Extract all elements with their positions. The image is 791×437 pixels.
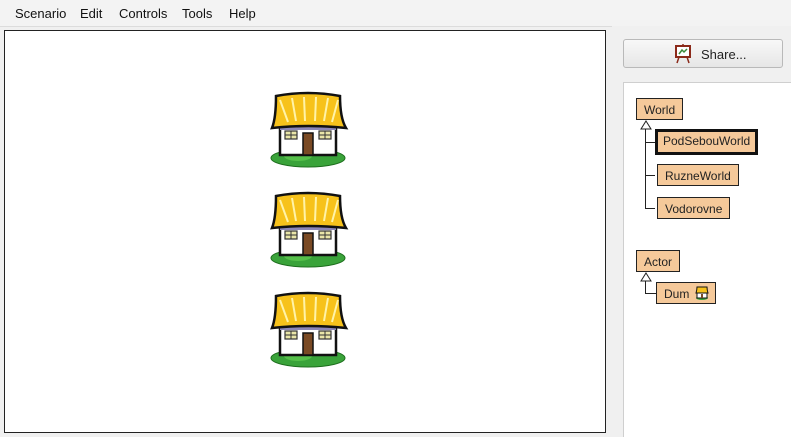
menu-edit[interactable]: Edit [80, 6, 102, 21]
class-dum[interactable]: Dum [656, 282, 717, 304]
menu-controls[interactable]: Controls [119, 6, 167, 21]
menu-bar: Scenario Edit Controls Tools Help [0, 0, 791, 27]
class-podsebouworld[interactable]: PodSebouWorld [655, 129, 759, 155]
class-world[interactable]: World [636, 98, 684, 120]
inherit-arrow-icon [640, 272, 652, 282]
class-ruzneworld[interactable]: RuzneWorld [657, 164, 739, 186]
tree-line [645, 208, 655, 209]
menu-scenario[interactable]: Scenario [15, 6, 66, 21]
easel-icon [675, 44, 691, 64]
house-actor[interactable] [268, 188, 350, 270]
menu-help[interactable]: Help [229, 6, 256, 21]
house-icon [695, 286, 710, 300]
share-button[interactable]: Share... [623, 39, 783, 68]
class-vodorovne[interactable]: Vodorovne [657, 197, 731, 219]
tree-line [645, 129, 646, 209]
class-diagram: World PodSebouWorld RuzneWorld Vodorovne… [623, 82, 791, 437]
class-dum-label: Dum [664, 287, 690, 301]
tree-line [645, 175, 655, 176]
house-icon [270, 91, 349, 168]
inherit-arrow-icon [640, 120, 652, 130]
house-icon [270, 291, 349, 368]
class-actor[interactable]: Actor [636, 250, 681, 272]
house-actor[interactable] [268, 288, 350, 370]
right-panel: Share... World PodSebouWorld RuzneWorld … [612, 26, 791, 437]
house-actor[interactable] [268, 88, 350, 170]
tree-line [645, 293, 656, 294]
share-label: Share... [701, 47, 747, 62]
menu-tools[interactable]: Tools [182, 6, 212, 21]
house-icon [270, 191, 349, 268]
tree-line [645, 142, 655, 143]
world-canvas[interactable] [4, 30, 606, 433]
